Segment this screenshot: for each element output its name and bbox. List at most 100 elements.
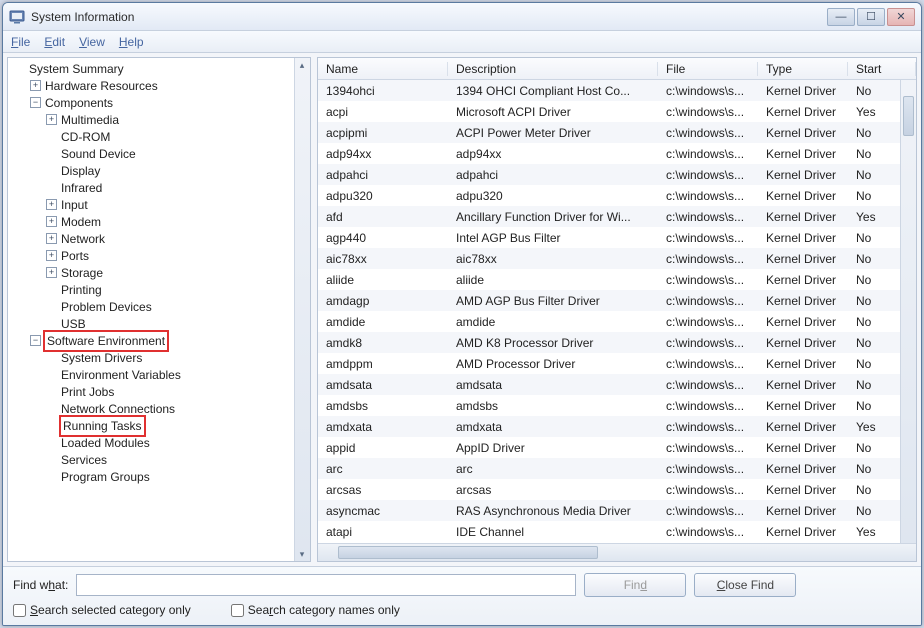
tree-comp-input[interactable]: + Input xyxy=(14,196,308,213)
tree-env-program-groups-label[interactable]: Program Groups xyxy=(61,468,150,486)
tree-env-services-label[interactable]: Services xyxy=(61,451,107,469)
tree-comp-network[interactable]: + Network xyxy=(14,230,308,247)
menu-edit[interactable]: Edit xyxy=(44,35,65,49)
scroll-thumb[interactable] xyxy=(338,546,598,559)
tree-hardware-resources-label[interactable]: Hardware Resources xyxy=(45,77,158,95)
scroll-down-icon[interactable]: ▾ xyxy=(297,549,307,559)
table-row[interactable]: amdagpAMD AGP Bus Filter Driverc:\window… xyxy=(318,290,916,311)
tree-toggle-icon[interactable]: + xyxy=(46,216,57,227)
col-name[interactable]: Name xyxy=(318,62,448,76)
table-row[interactable]: aic78xxaic78xxc:\windows\s...Kernel Driv… xyxy=(318,248,916,269)
tree-env-environment-variables[interactable]: Environment Variables xyxy=(14,366,308,383)
menu-help[interactable]: Help xyxy=(119,35,144,49)
tree-toggle-icon[interactable]: − xyxy=(30,97,41,108)
tree-comp-ports-label[interactable]: Ports xyxy=(61,247,89,265)
tree-toggle-icon[interactable]: + xyxy=(46,267,57,278)
table-row[interactable]: agp440Intel AGP Bus Filterc:\windows\s..… xyxy=(318,227,916,248)
list-vertical-scrollbar[interactable] xyxy=(900,80,916,543)
tree-comp-modem-label[interactable]: Modem xyxy=(61,213,101,231)
tree-comp-cd-rom[interactable]: CD-ROM xyxy=(14,128,308,145)
tree-toggle-icon[interactable]: + xyxy=(46,250,57,261)
table-row[interactable]: asyncmacRAS Asynchronous Media Driverc:\… xyxy=(318,500,916,521)
tree-system-summary[interactable]: System Summary xyxy=(14,60,308,77)
tree-env-program-groups[interactable]: Program Groups xyxy=(14,468,308,485)
tree-components[interactable]: −Components xyxy=(14,94,308,111)
tree-software-environment[interactable]: −Software Environment xyxy=(14,332,308,349)
close-find-button[interactable]: Close Find xyxy=(694,573,796,597)
table-row[interactable]: acpiMicrosoft ACPI Driverc:\windows\s...… xyxy=(318,101,916,122)
tree-comp-cd-rom-label[interactable]: CD-ROM xyxy=(61,128,110,146)
table-row[interactable]: amdxataamdxatac:\windows\s...Kernel Driv… xyxy=(318,416,916,437)
tree-comp-sound-device-label[interactable]: Sound Device xyxy=(61,145,136,163)
search-category-names-only-checkbox[interactable]: Search category names only xyxy=(231,603,400,617)
table-row[interactable]: afdAncillary Function Driver for Wi...c:… xyxy=(318,206,916,227)
tree-comp-storage-label[interactable]: Storage xyxy=(61,264,103,282)
find-button[interactable]: Find xyxy=(584,573,686,597)
tree-toggle-icon[interactable]: − xyxy=(30,335,41,346)
tree-env-system-drivers-label[interactable]: System Drivers xyxy=(61,349,142,367)
table-row[interactable]: 1394ohci1394 OHCI Compliant Host Co...c:… xyxy=(318,80,916,101)
table-row[interactable]: amdsbsamdsbsc:\windows\s...Kernel Driver… xyxy=(318,395,916,416)
menu-view[interactable]: View xyxy=(79,35,105,49)
close-button[interactable]: ✕ xyxy=(887,8,915,26)
table-row[interactable]: atapiIDE Channelc:\windows\s...Kernel Dr… xyxy=(318,521,916,542)
tree-toggle-icon[interactable]: + xyxy=(46,233,57,244)
tree-scrollbar[interactable]: ▴ ▾ xyxy=(294,58,310,561)
tree-env-running-tasks[interactable]: Running Tasks xyxy=(14,417,308,434)
menu-file[interactable]: File xyxy=(11,35,30,49)
tree-env-environment-variables-label[interactable]: Environment Variables xyxy=(61,366,181,384)
scroll-up-icon[interactable]: ▴ xyxy=(297,60,307,70)
tree-comp-sound-device[interactable]: Sound Device xyxy=(14,145,308,162)
tree-comp-printing-label[interactable]: Printing xyxy=(61,281,102,299)
table-row[interactable]: appidAppID Driverc:\windows\s...Kernel D… xyxy=(318,437,916,458)
tree-env-loaded-modules[interactable]: Loaded Modules xyxy=(14,434,308,451)
table-row[interactable]: amdsataamdsatac:\windows\s...Kernel Driv… xyxy=(318,374,916,395)
table-row[interactable]: adp94xxadp94xxc:\windows\s...Kernel Driv… xyxy=(318,143,916,164)
tree-toggle-icon[interactable]: + xyxy=(30,80,41,91)
tree-env-print-jobs[interactable]: Print Jobs xyxy=(14,383,308,400)
tree-comp-infrared[interactable]: Infrared xyxy=(14,179,308,196)
table-row[interactable]: adpu320adpu320c:\windows\s...Kernel Driv… xyxy=(318,185,916,206)
table-row[interactable]: acpipmiACPI Power Meter Driverc:\windows… xyxy=(318,122,916,143)
tree-comp-multimedia-label[interactable]: Multimedia xyxy=(61,111,119,129)
tree-comp-multimedia[interactable]: + Multimedia xyxy=(14,111,308,128)
col-description[interactable]: Description xyxy=(448,62,658,76)
tree-comp-display-label[interactable]: Display xyxy=(61,162,100,180)
search-selected-only-checkbox[interactable]: Search selected category only xyxy=(13,603,191,617)
table-row[interactable]: arcsasarcsasc:\windows\s...Kernel Driver… xyxy=(318,479,916,500)
maximize-button[interactable]: ☐ xyxy=(857,8,885,26)
col-file[interactable]: File xyxy=(658,62,758,76)
tree-system-summary-label[interactable]: System Summary xyxy=(29,60,124,78)
tree-comp-input-label[interactable]: Input xyxy=(61,196,88,214)
tree-comp-problem-devices[interactable]: Problem Devices xyxy=(14,298,308,315)
titlebar[interactable]: System Information — ☐ ✕ xyxy=(3,3,921,31)
tree-comp-network-label[interactable]: Network xyxy=(61,230,105,248)
table-row[interactable]: amdideamdidec:\windows\s...Kernel Driver… xyxy=(318,311,916,332)
find-input[interactable] xyxy=(76,574,576,596)
list-body[interactable]: 1394ohci1394 OHCI Compliant Host Co...c:… xyxy=(318,80,916,543)
tree-toggle-icon[interactable]: + xyxy=(46,114,57,125)
minimize-button[interactable]: — xyxy=(827,8,855,26)
tree-env-services[interactable]: Services xyxy=(14,451,308,468)
tree-comp-display[interactable]: Display xyxy=(14,162,308,179)
tree-comp-modem[interactable]: + Modem xyxy=(14,213,308,230)
tree-comp-problem-devices-label[interactable]: Problem Devices xyxy=(61,298,152,316)
tree-comp-printing[interactable]: Printing xyxy=(14,281,308,298)
tree-env-system-drivers[interactable]: System Drivers xyxy=(14,349,308,366)
tree-hardware-resources[interactable]: + Hardware Resources xyxy=(14,77,308,94)
tree-comp-infrared-label[interactable]: Infrared xyxy=(61,179,102,197)
scroll-thumb[interactable] xyxy=(903,96,914,136)
tree-comp-ports[interactable]: + Ports xyxy=(14,247,308,264)
tree-comp-storage[interactable]: + Storage xyxy=(14,264,308,281)
table-row[interactable]: amdk8AMD K8 Processor Driverc:\windows\s… xyxy=(318,332,916,353)
col-type[interactable]: Type xyxy=(758,62,848,76)
list-horizontal-scrollbar[interactable] xyxy=(318,543,916,561)
tree-toggle-icon[interactable]: + xyxy=(46,199,57,210)
tree-env-loaded-modules-label[interactable]: Loaded Modules xyxy=(61,434,150,452)
table-row[interactable]: amdppmAMD Processor Driverc:\windows\s..… xyxy=(318,353,916,374)
table-row[interactable]: adpahciadpahcic:\windows\s...Kernel Driv… xyxy=(318,164,916,185)
tree-env-print-jobs-label[interactable]: Print Jobs xyxy=(61,383,114,401)
col-started[interactable]: Start xyxy=(848,62,916,76)
tree-components-label[interactable]: Components xyxy=(45,94,113,112)
table-row[interactable]: arcarcc:\windows\s...Kernel DriverNo xyxy=(318,458,916,479)
